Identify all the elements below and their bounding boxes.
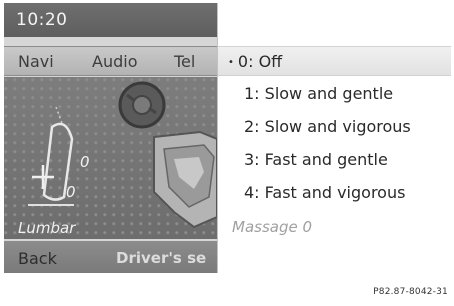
steering-wheel-icon (118, 81, 166, 129)
nav-item-tel[interactable]: Tel (174, 52, 195, 71)
menu-item-2-slow-vigorous[interactable]: 2: Slow and vigorous (218, 112, 451, 142)
menu-item-3-fast-gentle[interactable]: 3: Fast and gentle (218, 145, 451, 175)
nav-item-navi[interactable]: Navi (18, 52, 54, 71)
menu-item-4-fast-vigorous[interactable]: 4: Fast and vigorous (218, 178, 451, 208)
massage-status: Massage 0 (232, 218, 313, 236)
lumbar-value-horizontal: 0 (66, 183, 76, 201)
clock: 10:20 (16, 10, 68, 30)
status-bar: 10:20 (4, 3, 217, 37)
back-button[interactable]: Back (18, 249, 57, 268)
menu-item-label: 3: Fast and gentle (244, 150, 388, 169)
nav-item-audio[interactable]: Audio (92, 52, 137, 71)
photo-reference: P82.87-8042-31 (373, 287, 448, 297)
menu-item-label: 2: Slow and vigorous (244, 117, 411, 136)
massage-menu: • 0: Off 1: Slow and gentle 2: Slow and v… (217, 3, 451, 273)
selected-bullet-icon: • (228, 57, 234, 68)
lumbar-value-vertical: 0 (80, 153, 90, 171)
menu-item-label: 0: Off (237, 52, 283, 71)
menu-item-1-slow-gentle[interactable]: 1: Slow and gentle (218, 79, 451, 109)
seat-illustration: 0 0 (4, 77, 217, 239)
main-function-bar: Navi Audio Tel (4, 46, 217, 76)
lumbar-label: Lumbar (18, 219, 76, 237)
seat-icon (153, 130, 217, 229)
bottom-bar: Back Driver's se (4, 241, 217, 273)
seat-graphic (28, 81, 217, 229)
seat-settings-panel: 10:20 Navi Audio Tel 0 0 Lumbar Back Dri… (4, 3, 217, 273)
drivers-seat-label: Driver's se (116, 249, 207, 267)
comand-display: 10:20 Navi Audio Tel 0 0 Lumbar Back Dri… (4, 3, 451, 273)
menu-item-label: 1: Slow and gentle (244, 84, 394, 103)
menu-item-0-off[interactable]: • 0: Off (218, 46, 451, 76)
menu-item-label: 4: Fast and vigorous (244, 183, 406, 202)
